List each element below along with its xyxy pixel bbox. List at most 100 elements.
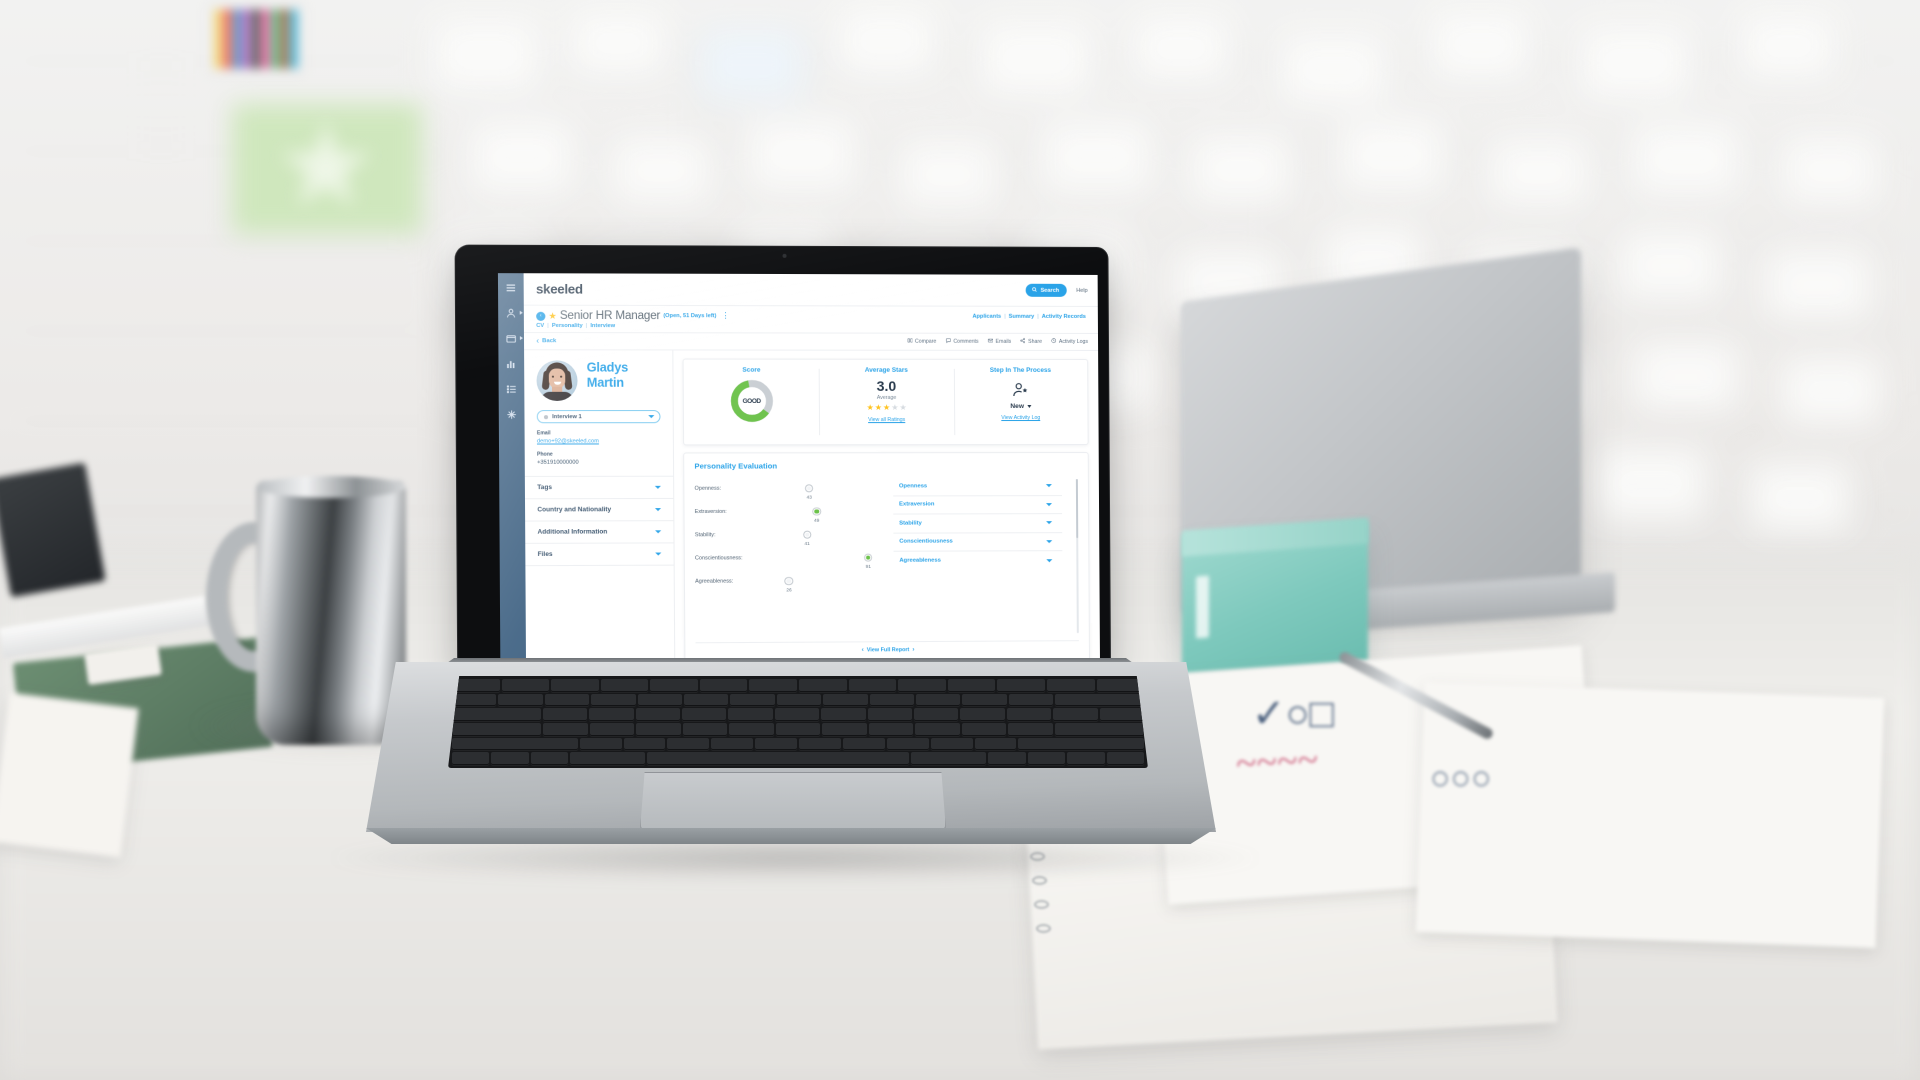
stats-card: Score GOOD Average Stars 3.0 Average ★ ★… — [682, 358, 1089, 446]
email-field: Email demo+92@skeeled.com — [537, 430, 661, 444]
sidebar-item-analytics[interactable] — [498, 352, 524, 377]
help-link[interactable]: Help — [1076, 287, 1088, 293]
search-button[interactable]: Search — [1025, 283, 1068, 298]
star-1-icon[interactable]: ★ — [866, 403, 873, 412]
star-3-icon[interactable]: ★ — [883, 403, 890, 412]
personality-scrollbar[interactable] — [1075, 479, 1079, 634]
slider-openness-value: 43 — [806, 495, 812, 501]
sidebar-item-candidates[interactable] — [498, 302, 524, 327]
slider-stability-knob[interactable] — [803, 531, 811, 538]
tab-cv[interactable]: CV — [536, 323, 544, 329]
laptop-trackpad[interactable] — [640, 772, 946, 830]
candidate-profile-panel: Gladys Martin Interview 1 Email demo+92@… — [524, 350, 676, 664]
job-status-badge: (Open, 51 Days left) — [663, 313, 717, 320]
laptop-keyboard[interactable] — [448, 676, 1148, 768]
sidebar-item-vacancies[interactable] — [498, 327, 524, 352]
top-header: skeeled Search Help — [523, 273, 1098, 307]
view-all-ratings-link[interactable]: View all Ratings — [868, 417, 905, 423]
accordion-additional-label: Additional Information — [537, 528, 608, 536]
phone-field: Phone +351910000000 — [537, 451, 661, 466]
average-stars-stat: Average Stars 3.0 Average ★ ★ ★ ★ ★ View… — [819, 360, 954, 445]
scrollbar-thumb[interactable] — [1075, 479, 1079, 538]
slider-extraversion-knob[interactable] — [813, 507, 820, 515]
job-header-links: Applicants | Summary | Activity Records — [972, 311, 1085, 320]
slider-openness-knob[interactable] — [805, 484, 813, 492]
back-badge-icon[interactable]: ‹ — [536, 311, 546, 321]
star-4-icon[interactable]: ★ — [891, 403, 898, 412]
candidate-first-name: Gladys — [586, 360, 629, 375]
share-icon — [1020, 338, 1026, 346]
sidebar-item-menu[interactable] — [498, 276, 524, 301]
link-applicants[interactable]: Applicants — [972, 314, 1001, 320]
trait-row-agreeableness[interactable]: Agreeableness — [893, 551, 1062, 570]
comments-button[interactable]: Comments — [945, 338, 979, 346]
trait-row-openness[interactable]: Openness — [892, 477, 1062, 496]
favorite-star-icon[interactable]: ★ — [548, 310, 556, 320]
emails-button[interactable]: Emails — [988, 338, 1012, 346]
trait-agreeableness-label: Agreeableness — [899, 557, 941, 565]
accordion-files-label: Files — [537, 550, 553, 559]
trait-row-extraversion[interactable]: Extraversion — [892, 495, 1063, 515]
slider-openness-label: Openness: — [694, 485, 722, 492]
accordion-tags[interactable]: Tags — [524, 476, 674, 500]
slider-conscientiousness-knob[interactable] — [864, 554, 872, 561]
chevron-down-icon — [654, 508, 662, 512]
back-button[interactable]: ‹ Back — [536, 336, 556, 345]
sidebar-item-ai-matching[interactable] — [499, 403, 525, 428]
accordion-country-nationality[interactable]: Country and Nationality — [524, 498, 674, 522]
share-label: Share — [1028, 338, 1043, 345]
kebab-menu-icon[interactable]: ⋮ — [721, 311, 729, 320]
share-button[interactable]: Share — [1020, 338, 1042, 346]
tab-personality[interactable]: Personality — [552, 323, 583, 329]
keyboard-row — [452, 679, 1145, 692]
laptop-screen: skeeled Search Help ‹ ★ Senior HR Manage… — [497, 273, 1100, 664]
list-icon — [506, 381, 517, 399]
slider-stability: Stability: 41 — [695, 524, 879, 547]
trait-openness-label: Openness — [898, 483, 928, 490]
link-activity-records[interactable]: Activity Records — [1042, 314, 1086, 320]
interview-select[interactable]: Interview 1 — [536, 410, 661, 424]
skeeled-logo[interactable]: skeeled — [536, 281, 583, 296]
step-value-dropdown[interactable]: New — [1010, 403, 1031, 410]
slider-agreeableness-knob[interactable] — [785, 577, 793, 585]
trait-conscientiousness-label: Conscientiousness — [899, 538, 953, 545]
link-summary[interactable]: Summary — [1009, 314, 1035, 320]
chevron-down-icon — [1046, 558, 1053, 562]
candidate-name: Gladys Martin — [587, 360, 629, 390]
chevron-left-icon: ‹ — [861, 647, 864, 654]
compare-label: Compare — [914, 338, 937, 345]
star-rating[interactable]: ★ ★ ★ ★ ★ — [866, 403, 906, 412]
chevron-down-icon — [654, 485, 661, 489]
job-title-block: ‹ ★ Senior HR Manager (Open, 51 Days lef… — [536, 310, 730, 330]
comment-icon — [945, 338, 951, 346]
sidebar-item-lists[interactable] — [499, 378, 525, 403]
laptop-lid: skeeled Search Help ‹ ★ Senior HR Manage… — [454, 244, 1111, 672]
star-5-icon[interactable]: ★ — [899, 403, 906, 412]
laptop-front-edge — [366, 828, 1216, 844]
slider-openness: Openness: 43 — [694, 477, 878, 501]
personality-body: Openness: 43 Extraversion: 49 Stability:… — [694, 477, 1079, 637]
view-full-report-button[interactable]: ‹ View Full Report › — [695, 640, 1079, 655]
page-title: Senior HR Manager — [559, 309, 661, 323]
star-2-icon[interactable]: ★ — [875, 403, 882, 412]
compare-button[interactable]: Compare — [907, 338, 936, 346]
tab-interview[interactable]: Interview — [590, 323, 615, 329]
activity-logs-button[interactable]: Activity Logs — [1051, 338, 1088, 346]
logo-text: skeeled — [535, 281, 583, 297]
accordion-additional-information[interactable]: Additional Information — [525, 521, 674, 544]
accordion-tags-label: Tags — [537, 484, 553, 492]
trait-row-stability[interactable]: Stability — [893, 514, 1063, 534]
email-label: Email — [536, 430, 551, 437]
email-value[interactable]: demo+92@skeeled.com — [537, 438, 661, 444]
comments-label: Comments — [953, 338, 979, 345]
avatar-and-name: Gladys Martin — [536, 360, 660, 401]
envelope-icon — [988, 338, 994, 346]
score-donut-label: GOOD — [742, 397, 761, 405]
webcam-icon — [781, 253, 787, 258]
accordion-files[interactable]: Files — [525, 543, 674, 567]
link-separator: | — [1004, 313, 1006, 320]
trait-row-conscientiousness[interactable]: Conscientiousness — [893, 532, 1063, 552]
view-activity-log-link[interactable]: View Activity Log — [1001, 415, 1040, 421]
slider-agreeableness-value: 26 — [786, 587, 792, 593]
job-subtabs: CV | Personality | Interview — [536, 323, 730, 329]
